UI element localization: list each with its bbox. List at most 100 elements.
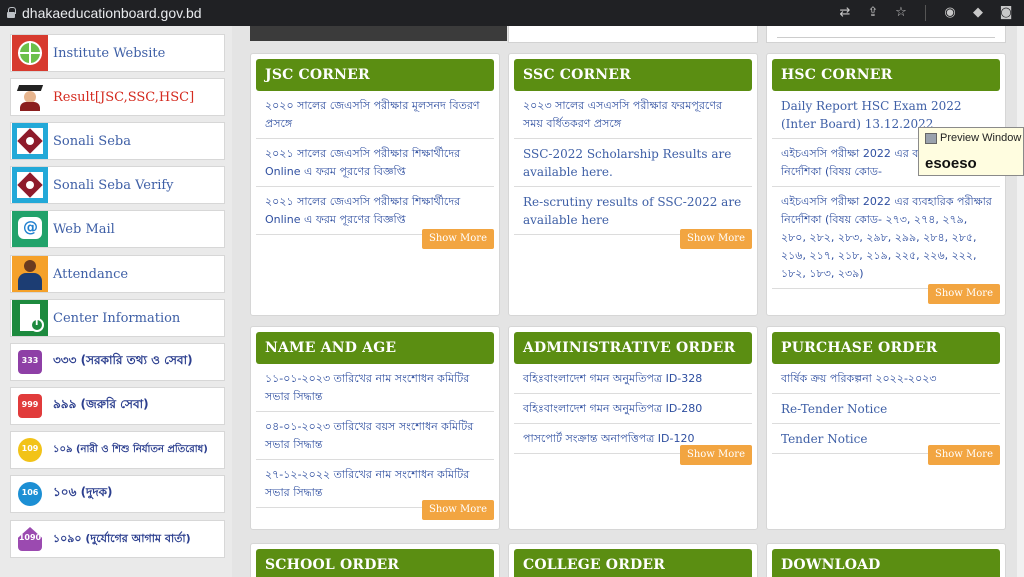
banner-image bbox=[250, 26, 507, 41]
notice-list: ১১-০১-২০২৩ তারিখের নাম সংশোধন কমিটির সভা… bbox=[256, 364, 494, 508]
sidebar-item-label: Web Mail bbox=[53, 221, 115, 237]
school-order-panel: SCHOOL ORDER bbox=[250, 543, 500, 577]
show-more-button[interactable]: Show More bbox=[927, 445, 1000, 465]
badge-109-icon: 109 bbox=[12, 432, 48, 468]
panel-title: DOWNLOAD bbox=[772, 549, 1000, 577]
notice-link[interactable]: ০৪-০১-২০২৩ তারিখের বয়স সংশোধন কমিটির সভ… bbox=[256, 412, 494, 460]
scrollbar[interactable] bbox=[1017, 26, 1024, 577]
sidebar-item-label: ৩৩৩ (সরকারি তথ্য ও সেবা) bbox=[53, 353, 193, 367]
sidebar-item-label: Center Information bbox=[53, 310, 181, 326]
sidebar-item-label: ১০৬ (দুদক) bbox=[53, 485, 113, 499]
sidebar-item-label: ৯৯৯ (জরুরি সেবা) bbox=[53, 397, 149, 411]
sidebar-item-label: ১০৯০ (দুর্যোগের আগাম বার্তা) bbox=[53, 531, 191, 545]
mail-icon bbox=[12, 211, 48, 247]
name-age-correction-panel: NAME AND AGE CORRECTION ১১-০১-২০২৩ তারিখ… bbox=[250, 326, 500, 530]
notice-link[interactable]: ২০২০ সালের জেএসসি পরীক্ষার মূলসনদ বিতরণ … bbox=[256, 91, 494, 139]
notice-link[interactable]: বার্ষিক ক্রয় পরিকল্পনা ২০২২-২০২৩ bbox=[772, 364, 1000, 394]
seal-icon bbox=[12, 167, 48, 203]
notice-link[interactable]: বহিঃবাংলাদেশ গমন অনুমতিপত্র ID-280 bbox=[514, 394, 752, 424]
panel-title: ADMINISTRATIVE ORDER bbox=[514, 332, 752, 364]
badge-number: 109 bbox=[21, 444, 39, 453]
browser-toolbar: dhakaeducationboard.gov.bd ⇄ ⇪ ☆ ◉ ◆ ◙ bbox=[0, 0, 1024, 26]
lock-icon[interactable] bbox=[6, 7, 16, 19]
badge-106-icon: 106 bbox=[12, 476, 48, 512]
tooltip-header: Preview Window bbox=[925, 132, 1021, 144]
window-icon bbox=[925, 132, 937, 144]
show-more-button[interactable]: Show More bbox=[421, 229, 494, 249]
notice-link[interactable]: বহিঃবাংলাদেশ গমন অনুমতিপত্র ID-328 bbox=[514, 364, 752, 394]
tooltip-text: esoeso bbox=[925, 155, 977, 172]
sidebar-item-sonali-seba-verify[interactable]: Sonali Seba Verify bbox=[10, 166, 225, 204]
badge-number: 1090 bbox=[18, 533, 42, 542]
panel-title: JSC CORNER bbox=[256, 59, 494, 91]
notice-link[interactable]: ১১-০১-২০২৩ তারিখের নাম সংশোধন কমিটির সভা… bbox=[256, 364, 494, 412]
puzzle-icon[interactable]: ◆ bbox=[970, 5, 986, 21]
document-info-icon bbox=[12, 300, 48, 336]
share-icon[interactable]: ⇪ bbox=[865, 5, 881, 21]
notice-list: Daily Report HSC Exam 2022 (Inter Board)… bbox=[772, 91, 1000, 289]
purchase-order-panel: PURCHASE ORDER বার্ষিক ক্রয় পরিকল্পনা ২… bbox=[766, 326, 1006, 530]
sidebar: Institute Website Result[JSC,SSC,HSC] So… bbox=[0, 26, 232, 577]
sidebar-item-sonali-seba[interactable]: Sonali Seba bbox=[10, 122, 225, 160]
graduate-icon bbox=[12, 79, 48, 115]
notice-list: বহিঃবাংলাদেশ গমন অনুমতিপত্র ID-328 বহিঃব… bbox=[514, 364, 752, 454]
sidebar-item-333[interactable]: 333 ৩৩৩ (সরকারি তথ্য ও সেবা) bbox=[10, 343, 225, 381]
panel-title: PURCHASE ORDER bbox=[772, 332, 1000, 364]
show-more-button[interactable]: Show More bbox=[679, 229, 752, 249]
sidebar-item-label: Institute Website bbox=[53, 45, 166, 61]
notice-link[interactable]: ২০২৩ সালের এসএসসি পরীক্ষার ফরমপূরণের সময… bbox=[514, 91, 752, 139]
college-order-panel: COLLEGE ORDER bbox=[508, 543, 758, 577]
sidebar-item-label: ১০৯ (নারী ও শিশু নির্যাতন প্রতিরোধ) bbox=[53, 443, 208, 455]
download-panel: DOWNLOAD bbox=[766, 543, 1006, 577]
badge-1090-icon: 1090 bbox=[12, 521, 48, 557]
badge-333-icon: 333 bbox=[12, 344, 48, 380]
star-icon[interactable]: ☆ bbox=[893, 5, 909, 21]
person-icon bbox=[12, 256, 48, 292]
toolbar-icons: ⇄ ⇪ ☆ ◉ ◆ ◙ bbox=[837, 5, 1014, 21]
show-more-button[interactable]: Show More bbox=[927, 284, 1000, 304]
administrative-order-panel: ADMINISTRATIVE ORDER বহিঃবাংলাদেশ গমন অন… bbox=[508, 326, 758, 530]
panel-title: NAME AND AGE CORRECTION bbox=[256, 332, 494, 388]
sidebar-item-label: Sonali Seba bbox=[53, 133, 131, 149]
badge-999-icon: 999 bbox=[12, 388, 48, 424]
notice-link[interactable]: SSC-2022 Scholarship Results are availab… bbox=[514, 139, 752, 187]
sidebar-item-attendance[interactable]: Attendance bbox=[10, 255, 225, 293]
notice-list: বার্ষিক ক্রয় পরিকল্পনা ২০২২-২০২৩ Re-Ten… bbox=[772, 364, 1000, 454]
sidebar-item-106[interactable]: 106 ১০৬ (দুদক) bbox=[10, 475, 225, 513]
sidebar-item-label: Result[JSC,SSC,HSC] bbox=[53, 89, 195, 105]
globe-icon bbox=[12, 35, 48, 71]
notice-link[interactable]: এইচএসসি পরীক্ষা 2022 এর ব্যবহারিক পরীক্ষ… bbox=[772, 187, 1000, 289]
panel-bottom-edge bbox=[766, 26, 1006, 43]
show-more-button[interactable]: Show More bbox=[679, 445, 752, 465]
notice-link[interactable]: ২০২১ সালের জেএসসি পরীক্ষার শিক্ষার্থীদের… bbox=[256, 187, 494, 235]
tooltip-title: Preview Window bbox=[940, 132, 1022, 144]
notice-link[interactable]: Re-Tender Notice bbox=[772, 394, 1000, 424]
preview-window-tooltip: Preview Window esoeso bbox=[918, 127, 1024, 176]
panel-bottom-edge bbox=[508, 26, 758, 43]
notice-link[interactable]: ২০২১ সালের জেএসসি পরীক্ষার শিক্ষার্থীদের… bbox=[256, 139, 494, 187]
sidebar-item-center-information[interactable]: Center Information bbox=[10, 299, 225, 337]
sidebar-item-label: Attendance bbox=[53, 266, 129, 282]
translate-icon[interactable]: ⇄ bbox=[837, 5, 853, 21]
sidebar-item-institute-website[interactable]: Institute Website bbox=[10, 34, 225, 72]
sidebar-item-1090[interactable]: 1090 ১০৯০ (দুর্যোগের আগাম বার্তা) bbox=[10, 520, 225, 558]
address-bar[interactable]: dhakaeducationboard.gov.bd bbox=[22, 5, 202, 21]
sidebar-item-999[interactable]: 999 ৯৯৯ (জরুরি সেবা) bbox=[10, 387, 225, 425]
badge-number: 106 bbox=[21, 488, 39, 497]
toolbar-divider bbox=[925, 5, 926, 21]
badge-number: 333 bbox=[21, 356, 39, 365]
notice-link[interactable]: Re-scrutiny results of SSC-2022 are avai… bbox=[514, 187, 752, 235]
show-more-button[interactable]: Show More bbox=[421, 500, 494, 520]
sidebar-item-label: Sonali Seba Verify bbox=[53, 177, 174, 193]
camera-icon[interactable]: ◙ bbox=[998, 5, 1014, 21]
notice-list: ২০২০ সালের জেএসসি পরীক্ষার মূলসনদ বিতরণ … bbox=[256, 91, 494, 235]
sidebar-item-result[interactable]: Result[JSC,SSC,HSC] bbox=[10, 78, 225, 116]
badge-number: 999 bbox=[21, 400, 39, 409]
panel-title: SSC CORNER bbox=[514, 59, 752, 91]
sidebar-item-web-mail[interactable]: Web Mail bbox=[10, 210, 225, 248]
ssc-corner-panel: SSC CORNER ২০২৩ সালের এসএসসি পরীক্ষার ফর… bbox=[508, 53, 758, 316]
jsc-corner-panel: JSC CORNER ২০২০ সালের জেএসসি পরীক্ষার মূ… bbox=[250, 53, 500, 316]
extension-icon[interactable]: ◉ bbox=[942, 5, 958, 21]
panel-title: SCHOOL ORDER bbox=[256, 549, 494, 577]
sidebar-item-109[interactable]: 109 ১০৯ (নারী ও শিশু নির্যাতন প্রতিরোধ) bbox=[10, 431, 225, 469]
